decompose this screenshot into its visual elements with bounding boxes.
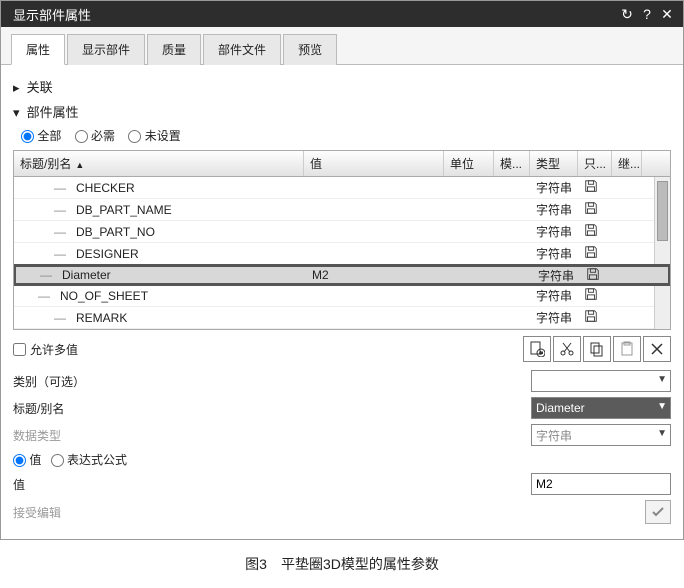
col-model[interactable]: 模... (494, 151, 530, 176)
cut-button[interactable] (553, 336, 581, 362)
col-name[interactable]: 标题/别名 (14, 151, 304, 176)
save-icon (584, 223, 598, 237)
refresh-icon[interactable]: ↻ (617, 6, 637, 23)
category-select[interactable] (531, 370, 671, 392)
filter-required[interactable]: 必需 (75, 129, 115, 143)
tab-mass[interactable]: 质量 (147, 34, 201, 65)
table-row[interactable]: —DESIGNER字符串 (14, 243, 670, 265)
table-row[interactable]: —NO_OF_SHEET字符串 (14, 285, 670, 307)
window-title: 显示部件属性 (13, 5, 617, 24)
filter-radios: 全部 必需 未设置 (21, 127, 671, 144)
tab-preview[interactable]: 预览 (283, 34, 337, 65)
datatype-label: 数据类型 (13, 427, 113, 444)
save-icon (584, 287, 598, 301)
col-inherit[interactable]: 继... (612, 151, 642, 176)
section-association[interactable]: ▸ 关联 (13, 77, 671, 96)
tab-display-parts[interactable]: 显示部件 (67, 34, 145, 65)
save-icon (584, 201, 598, 215)
delete-button[interactable] (643, 336, 671, 362)
value-label: 值 (13, 476, 113, 493)
copy-button[interactable] (583, 336, 611, 362)
chevron-down-icon: ▾ (13, 105, 23, 121)
table-row[interactable]: —DB_PART_NAME字符串 (14, 199, 670, 221)
add-attribute-button[interactable] (523, 336, 551, 362)
save-icon (584, 179, 598, 193)
table-row[interactable]: —CHECKER字符串 (14, 177, 670, 199)
title-select[interactable] (531, 397, 671, 419)
save-icon (584, 245, 598, 259)
section-part-attrs[interactable]: ▾ 部件属性 (13, 102, 671, 121)
allow-multi-value[interactable]: 允许多值 (13, 341, 78, 358)
col-type[interactable]: 类型 (530, 151, 578, 176)
col-value[interactable]: 值 (304, 151, 444, 176)
table-row[interactable]: —REMARK字符串 (14, 307, 670, 329)
col-unit[interactable]: 单位 (444, 151, 494, 176)
col-readonly[interactable]: 只... (578, 151, 612, 176)
value-mode-value[interactable]: 值 (13, 453, 41, 467)
help-icon[interactable]: ? (637, 6, 657, 22)
save-icon (586, 267, 600, 281)
filter-all[interactable]: 全部 (21, 129, 61, 143)
figure-caption: 图3 平垫圈3D模型的属性参数 (0, 554, 684, 574)
attribute-table: 标题/别名 值 单位 模... 类型 只... 继... —CHECKER字符串… (13, 150, 671, 330)
category-label: 类别（可选） (13, 373, 113, 390)
vertical-scrollbar[interactable] (654, 177, 670, 329)
close-icon[interactable]: ✕ (657, 6, 677, 23)
table-row[interactable]: —DiameterM2字符串 (14, 264, 670, 286)
datatype-select (531, 424, 671, 446)
tab-attributes[interactable]: 属性 (11, 34, 65, 65)
value-input[interactable] (531, 473, 671, 495)
tab-part-file[interactable]: 部件文件 (203, 34, 281, 65)
chevron-right-icon: ▸ (13, 80, 23, 96)
title-label: 标题/别名 (13, 400, 113, 417)
accept-edit-label: 接受编辑 (13, 504, 113, 521)
tab-bar: 属性 显示部件 质量 部件文件 预览 (1, 27, 683, 65)
paste-button[interactable] (613, 336, 641, 362)
table-row[interactable]: —DB_PART_NO字符串 (14, 221, 670, 243)
save-icon (584, 309, 598, 323)
value-mode-radios: 值 表达式公式 (13, 451, 127, 468)
filter-unset[interactable]: 未设置 (128, 129, 180, 143)
value-mode-expr[interactable]: 表达式公式 (51, 453, 127, 467)
accept-edit-button[interactable] (645, 500, 671, 524)
